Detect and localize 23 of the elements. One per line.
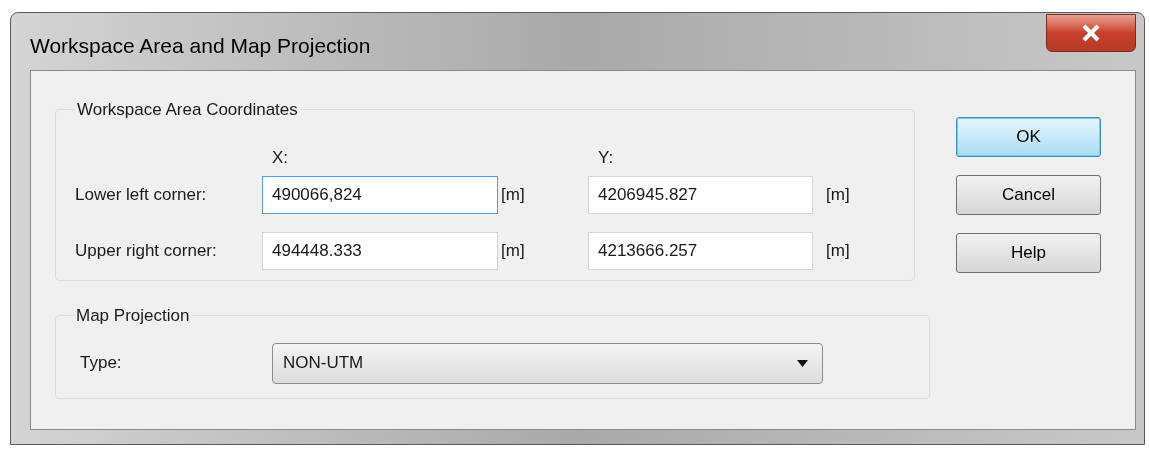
close-button[interactable] [1046, 14, 1136, 52]
dialog-button[interactable]: Help [956, 233, 1101, 273]
projection-dropdown[interactable]: NON-UTM [272, 342, 823, 384]
unit-label: [m] [825, 240, 850, 263]
unit-label: [m] [500, 240, 525, 263]
column-header: Y: [597, 146, 615, 169]
type-label: Type: [80, 352, 123, 375]
unit-label: [m] [500, 184, 525, 207]
coordinate-field[interactable]: 494448.333 [262, 232, 498, 270]
group-title: Workspace Area Coordinates [76, 99, 299, 121]
dialog-button[interactable]: Cancel [956, 175, 1101, 215]
window-title: Workspace Area and Map Projection [30, 33, 371, 59]
dropdown-arrow-icon [797, 359, 808, 367]
group-title: Map Projection [75, 305, 191, 327]
coordinate-field[interactable]: 490066,824 [262, 176, 498, 214]
row-label: Upper right corner: [75, 240, 218, 263]
coordinate-field[interactable]: 4213666.257 [588, 232, 813, 270]
row-label: Lower left corner: [75, 184, 208, 207]
close-icon [1081, 24, 1101, 42]
column-header: X: [271, 146, 290, 169]
dialog-button[interactable]: OK [956, 117, 1101, 157]
coordinate-field[interactable]: 4206945.827 [588, 176, 813, 214]
unit-label: [m] [825, 184, 850, 207]
